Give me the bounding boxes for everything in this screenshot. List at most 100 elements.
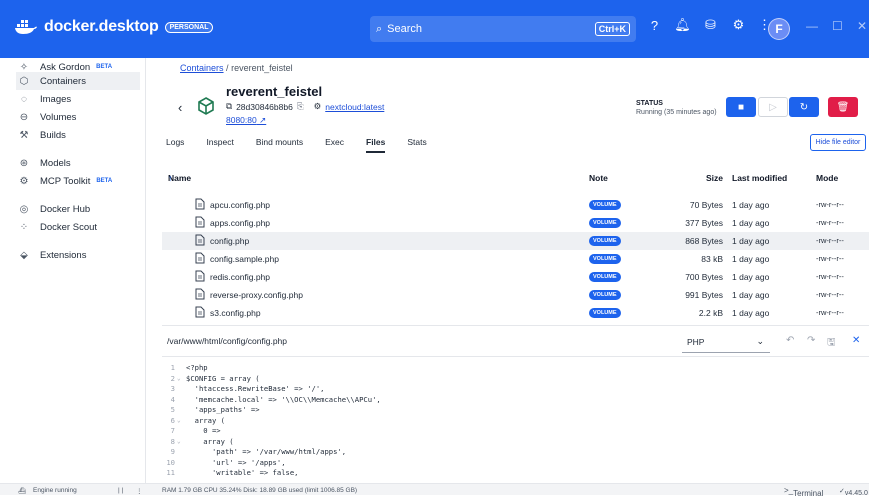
sidebar-item-label: Builds: [40, 129, 66, 141]
file-name: s3.config.php: [210, 308, 261, 318]
file-icon: [195, 198, 205, 210]
code-line: 9 'path' => '/var/www/html/apps',: [162, 447, 869, 457]
code-line: 6 ⌄ array (: [162, 416, 869, 426]
table-row[interactable]: config.php VOLUME 868 Bytes 1 day ago -rw-r-…: [162, 232, 869, 250]
table-row[interactable]: apps.config.php VOLUME 377 Bytes 1 day ago -…: [162, 214, 869, 232]
sidebar-item-volumes[interactable]: ⊖ Volumes: [18, 108, 140, 126]
sidebar-item-extensions[interactable]: ⬙ Extensions: [18, 246, 140, 264]
save-icon[interactable]: 🖫: [827, 335, 836, 352]
column-note: Note: [589, 173, 608, 183]
sidebar-item-models[interactable]: ⊛ Models: [18, 154, 140, 172]
fold-icon[interactable]: ⌄: [177, 417, 181, 424]
file-mode: -rw-r--r--: [816, 290, 844, 299]
scout-icon: ⁘: [19, 221, 29, 233]
code-editor[interactable]: 1 <?php 2 ⌄ $CONFIG = array (3 'htaccess.Rew…: [162, 358, 869, 483]
beta-badge: BETA: [96, 178, 113, 184]
status-bar: ⛴ Engine running | | ⋮ RAM 1.79 GB CPU 3…: [0, 483, 869, 498]
line-number: 2: [170, 373, 175, 383]
maximize-icon[interactable]: ☐: [832, 19, 843, 33]
tab-bind-mounts[interactable]: Bind mounts: [256, 137, 303, 153]
more-icon[interactable]: ⋮: [136, 487, 143, 495]
volume-badge: VOLUME: [589, 236, 621, 246]
code-text: array (: [186, 415, 225, 425]
start-button[interactable]: ▷: [758, 97, 788, 117]
column-mode: Mode: [816, 173, 839, 183]
tab-inspect[interactable]: Inspect: [206, 137, 233, 153]
table-header: Name ↑ Note Size Last modified Mode: [168, 173, 839, 183]
image-link[interactable]: nextcloud:latest: [325, 102, 384, 112]
undo-icon[interactable]: ↶: [786, 335, 794, 346]
tab-stats[interactable]: Stats: [407, 137, 426, 153]
notifications-icon[interactable]: 🔔︎: [674, 17, 691, 33]
column-size: Size: [705, 173, 723, 183]
help-icon[interactable]: ?: [646, 18, 663, 33]
file-name: apps.config.php: [210, 218, 271, 228]
file-icon: [195, 288, 205, 300]
sidebar-item-docker-scout[interactable]: ⁘ Docker Scout: [18, 218, 140, 236]
volume-badge: VOLUME: [589, 254, 621, 264]
file-modified: 1 day ago: [732, 290, 770, 300]
table-row[interactable]: config.sample.php VOLUME 83 kB 1 day ago -rw…: [162, 250, 869, 268]
volume-badge: VOLUME: [589, 272, 621, 282]
fold-icon[interactable]: ⌄: [177, 375, 181, 382]
builds-icon: ⚒: [19, 129, 29, 141]
file-modified: 1 day ago: [732, 308, 770, 318]
title-bar: docker.desktop PERSONAL ⌕ Search Ctrl+K …: [0, 0, 869, 58]
sidebar-item-builds[interactable]: ⚒ Builds: [18, 126, 140, 144]
language-select[interactable]: PHP ⌄: [682, 331, 770, 353]
file-modified: 1 day ago: [732, 236, 770, 246]
tab-files[interactable]: Files: [366, 137, 386, 153]
code-text: 'writable' => false,: [186, 468, 299, 477]
file-size: 70 Bytes: [689, 200, 723, 210]
code-text: 'htaccess.RewriteBase' => '/',: [186, 384, 325, 393]
delete-button[interactable]: 🗑︎: [828, 97, 858, 117]
breadcrumb-containers-link[interactable]: Containers: [180, 63, 224, 73]
volume-badge: VOLUME: [589, 308, 621, 318]
code-line: 11 'writable' => false,: [162, 468, 869, 478]
tab-logs[interactable]: Logs: [166, 137, 184, 153]
code-line: 8 ⌄ array (: [162, 437, 869, 447]
file-mode: -rw-r--r--: [816, 236, 844, 245]
sidebar-item-containers[interactable]: ⬡ Containers: [16, 72, 140, 90]
line-number: 5: [170, 405, 175, 414]
settings-icon[interactable]: ⚙: [730, 17, 747, 33]
file-mode: -rw-r--r--: [816, 254, 844, 263]
stop-button[interactable]: ■: [726, 97, 756, 117]
redo-icon[interactable]: ↷: [807, 335, 815, 346]
table-row[interactable]: apcu.config.php VOLUME 70 Bytes 1 day ago -r…: [162, 196, 869, 214]
port-link[interactable]: 8080:80 ↗: [226, 115, 266, 126]
table-row[interactable]: redis.config.php VOLUME 700 Bytes 1 day ago…: [162, 268, 869, 286]
trash-icon: 🗑︎: [836, 101, 850, 113]
sidebar-item-mcp-toolkit[interactable]: ⚙ MCP Toolkit BETA: [18, 172, 140, 190]
minimize-icon[interactable]: —: [806, 19, 818, 33]
search-input[interactable]: ⌕ Search Ctrl+K: [370, 16, 636, 42]
pause-icon[interactable]: | |: [118, 487, 123, 494]
hub-icon: ◎: [19, 203, 29, 215]
search-icon: ⌕: [376, 22, 383, 35]
fold-icon[interactable]: ⌄: [177, 438, 181, 445]
hide-file-editor-button[interactable]: Hide file editor: [810, 134, 866, 151]
stop-icon: ■: [737, 101, 745, 113]
back-chevron-icon[interactable]: ‹: [178, 100, 182, 115]
table-row[interactable]: reverse-proxy.config.php VOLUME 991 Bytes 1…: [162, 286, 869, 304]
avatar[interactable]: F: [768, 18, 790, 40]
close-window-icon[interactable]: ✕: [857, 19, 867, 33]
copy-icon[interactable]: ⎘: [297, 101, 304, 112]
table-row[interactable]: s3.config.php VOLUME 2.2 kB 1 day ago -rw-r-…: [162, 304, 869, 322]
restart-button[interactable]: ↻: [789, 97, 819, 117]
sort-up-icon: ↑: [168, 173, 173, 183]
tab-exec[interactable]: Exec: [325, 137, 344, 153]
learning-icon[interactable]: ⛁: [702, 17, 719, 33]
close-editor-icon[interactable]: ✕: [852, 335, 860, 346]
sidebar-item-docker-hub[interactable]: ◎ Docker Hub: [18, 200, 140, 218]
sidebar-item-images[interactable]: ◌ Images: [18, 90, 140, 108]
file-modified: 1 day ago: [732, 272, 770, 282]
terminal-button[interactable]: >_ Terminal: [784, 486, 823, 498]
docker-logo[interactable]: docker.desktop PERSONAL: [14, 18, 214, 36]
code-text: 'apps_paths' =>: [186, 405, 260, 414]
plan-badge: PERSONAL: [164, 21, 214, 33]
file-mode: -rw-r--r--: [816, 200, 844, 209]
file-name: apcu.config.php: [210, 200, 271, 210]
file-modified: 1 day ago: [732, 254, 770, 264]
sidebar: ✧ Ask Gordon BETA ⬡ Containers ◌ Images …: [0, 58, 146, 483]
